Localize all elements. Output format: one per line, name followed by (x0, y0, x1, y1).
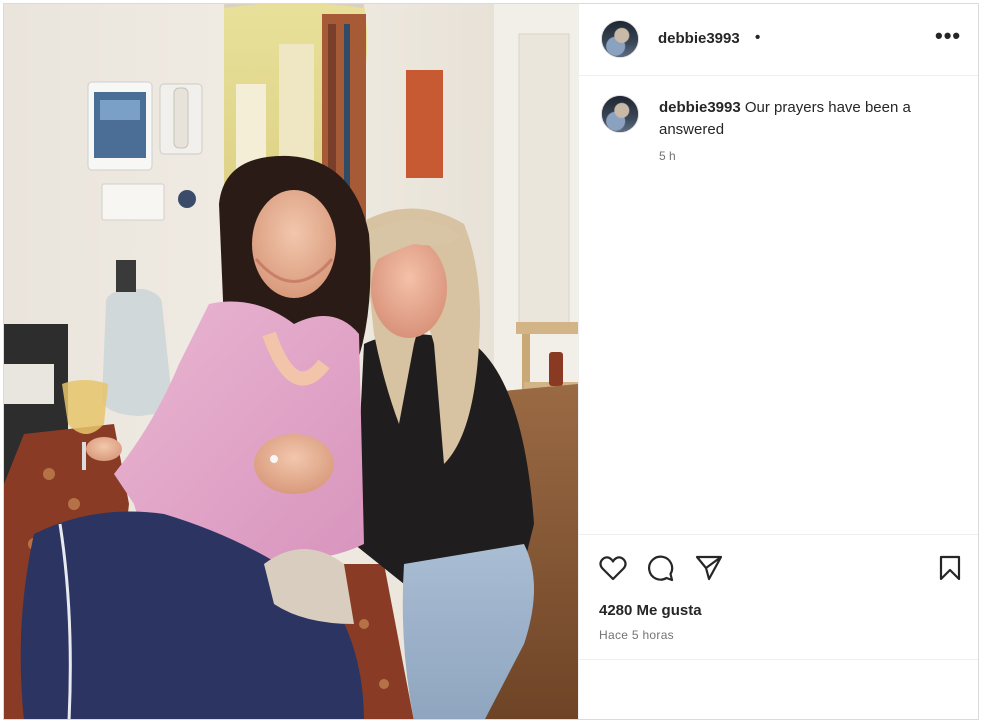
caption-timestamp: 5 h (659, 149, 676, 163)
username-link[interactable]: debbie3993 (658, 30, 740, 47)
avatar-image (602, 21, 638, 57)
bookmark-icon[interactable] (938, 555, 962, 581)
paper-plane-icon[interactable] (695, 555, 723, 581)
caption: debbie3993 Our prayers have been a answe… (659, 97, 959, 141)
like-count[interactable]: 4280 Me gusta (599, 602, 702, 619)
avatar-image (602, 96, 638, 132)
post-card: debbie3993 • ••• debbie3993 Our prayers … (3, 3, 979, 720)
post-header: debbie3993 • ••• (579, 4, 978, 76)
avatar[interactable] (601, 20, 639, 58)
post-image (4, 4, 578, 719)
more-options-icon[interactable]: ••• (935, 25, 961, 47)
actions-section: 4280 Me gusta Hace 5 horas (579, 534, 978, 660)
post-timestamp[interactable]: Hace 5 horas (599, 628, 674, 642)
separator-dot: • (755, 29, 761, 46)
post-photo[interactable] (4, 4, 578, 719)
post-sidebar: debbie3993 • ••• debbie3993 Our prayers … (578, 4, 978, 719)
heart-icon[interactable] (599, 555, 627, 581)
caption-avatar[interactable] (601, 95, 639, 133)
caption-username[interactable]: debbie3993 (659, 99, 741, 116)
comment-icon[interactable] (646, 554, 674, 582)
